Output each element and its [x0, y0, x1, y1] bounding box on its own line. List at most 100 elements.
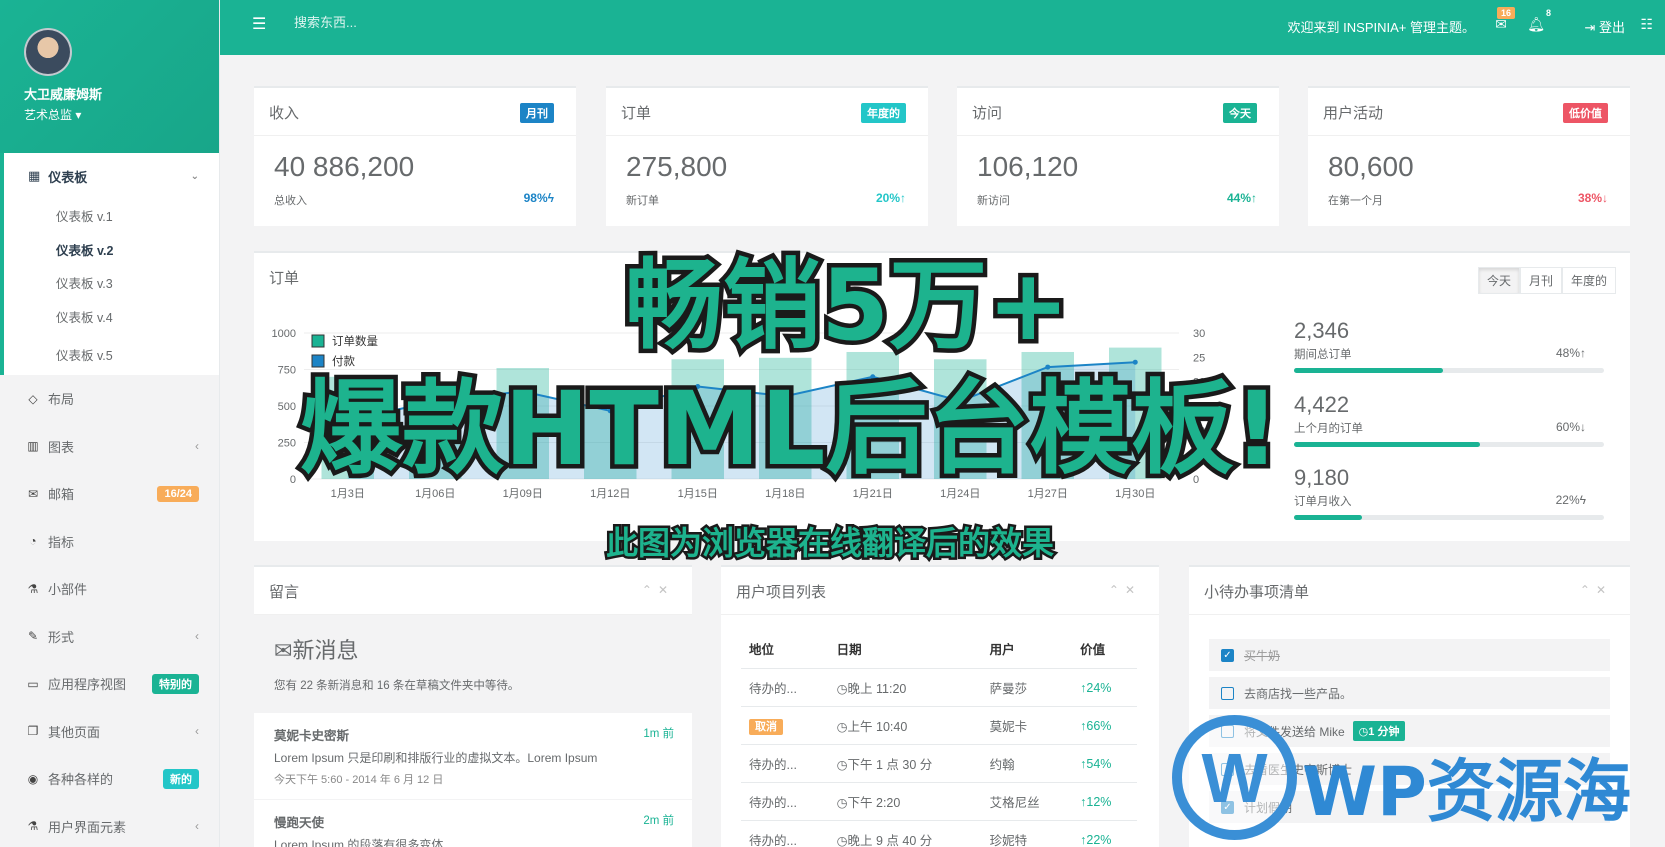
stat-card-orders: 订单 年度的 275,800 新订单 20%↑	[606, 86, 928, 226]
col-status: 地位	[741, 629, 829, 669]
nav-miscellaneous[interactable]: ◉ 各种各样的 新的	[0, 755, 219, 803]
table-row[interactable]: 待办的... ◷晚上 9 点 40 分珍妮特 ↑22%	[741, 820, 1137, 847]
bolt-icon: ϟ	[547, 191, 554, 205]
desktop-icon: ▭	[27, 676, 39, 691]
table-row[interactable]: 待办的... ◷晚上 11:20 萨曼莎 ↑24%	[741, 668, 1137, 707]
watermark-text: WP资源海	[1302, 753, 1631, 832]
level-down-icon: ↓	[1602, 191, 1608, 205]
flask-icon: ⚗	[27, 819, 39, 834]
stat-percent: 44%↑	[1226, 191, 1257, 205]
app-views-badge: 特别的	[152, 673, 199, 694]
nav-dashboard-v3[interactable]: 仪表板 v.3	[4, 266, 219, 300]
panel-tools[interactable]: ⌃✕	[1580, 583, 1612, 597]
col-value: 价值	[1072, 629, 1137, 669]
stat-percent: 98%ϟ	[523, 191, 554, 205]
sign-out-icon: ⇥	[1584, 20, 1596, 35]
stat-card-visits: 访问 今天 106,120 新访问 44%↑	[957, 86, 1279, 226]
avatar[interactable]	[24, 28, 72, 76]
user-projects-panel: 用户项目列表 ⌃✕ 地位 日期 用户 价值 待办的... ◷晚上 11:20 萨曼莎…	[721, 565, 1159, 847]
feed-item[interactable]: 慢跑天使 2m 前 Lorem Ipsum 的段落有很多变体	[254, 800, 692, 847]
stat-value: 40 886,200	[274, 151, 415, 182]
stat-sub: 在第一个月	[1328, 195, 1383, 207]
envelope-icon: ✉	[27, 486, 39, 501]
table-row[interactable]: 待办的... ◷下午 1 点 30 分约翰 ↑54%	[741, 744, 1137, 783]
level-up-icon: ↑	[900, 191, 906, 205]
stat-sub: 新订单	[626, 195, 659, 207]
nav-ui-elements[interactable]: ⚗ 用户界面元素 ‹	[0, 803, 219, 847]
period-annual-button[interactable]: 年度的	[1561, 267, 1616, 294]
stat-card-user-activity: 用户活动 低价值 80,600 在第一个月 38%↓	[1308, 86, 1630, 226]
period-today-button[interactable]: 今天	[1477, 267, 1520, 294]
panel-tools[interactable]: ⌃✕	[1109, 583, 1141, 597]
mini-stat-percent: 48%↑	[1555, 346, 1586, 360]
clock-icon: ◷	[836, 682, 848, 696]
stat-value: 106,120	[977, 151, 1079, 182]
wordpress-logo-icon: W	[1172, 715, 1297, 840]
caret-down-icon: ▾	[75, 108, 82, 122]
col-date: 日期	[828, 629, 982, 669]
promo-subtitle: 此图为浏览器在线翻译后的效果	[603, 522, 1056, 565]
nav-metrics[interactable]: ◔ 指标	[0, 518, 219, 566]
mini-stat-total-orders: 2,346 期间总订单 48%↑	[1294, 318, 1604, 373]
feed-item[interactable]: 莫妮卡史密斯 1m 前 Lorem Ipsum 只是印刷和排版行业的虚拟文本。L…	[254, 713, 692, 800]
nav-dashboard-v1[interactable]: 仪表板 v.1	[4, 199, 219, 233]
flask-icon: ⚗	[27, 581, 39, 596]
stat-label: 年度的	[861, 103, 906, 123]
period-monthly-button[interactable]: 月刊	[1519, 267, 1562, 294]
nav-charts[interactable]: ▥ 图表 ‹	[0, 423, 219, 471]
nav-app-views[interactable]: ▭ 应用程序视图 特别的	[0, 660, 219, 708]
new-messages-heading: ✉新消息	[274, 638, 359, 663]
col-user: 用户	[981, 629, 1073, 669]
mini-stat-monthly-income: 9,180 订单月收入 22%ϟ	[1294, 465, 1604, 520]
messages-panel: 留言 ⌃✕ ✉新消息 您有 22 条新消息和 16 条在草稿文件夹中等待。 莫妮…	[254, 565, 692, 847]
checkbox-checked[interactable]: ✓	[1221, 648, 1234, 662]
nav-dashboard-v4[interactable]: 仪表板 v.4	[4, 300, 219, 334]
chevron-left-icon: ‹	[195, 439, 199, 454]
pie-chart-icon: ◔	[29, 534, 37, 549]
y2-tick-label: 30	[1193, 328, 1205, 340]
nav-dashboard[interactable]: ▦ 仪表板 ⌄	[4, 153, 219, 199]
logout-button[interactable]: ⇥ 登出	[1584, 17, 1625, 36]
clock-icon: ◷	[836, 758, 848, 772]
welcome-text: 欢迎来到 INSPINIA+ 管理主题。	[1287, 20, 1475, 35]
checkbox[interactable]	[1221, 686, 1234, 700]
table-row[interactable]: 取消 ◷上午 10:40 莫妮卡 ↑66%	[741, 706, 1137, 745]
progress-fill	[1294, 368, 1443, 373]
user-name: 大卫威廉姆斯	[24, 87, 103, 102]
nav-forms[interactable]: ✎ 形式 ‹	[0, 613, 219, 661]
user-role-dropdown[interactable]: 艺术总监 ▾	[24, 106, 219, 123]
sidebar: 大卫威廉姆斯 艺术总监 ▾ ▦ 仪表板 ⌄ 仪表板 v.1 仪表板 v.2 仪表…	[0, 0, 220, 847]
progress-bar	[1294, 515, 1604, 520]
chevron-left-icon: ‹	[195, 819, 199, 834]
mini-stat-percent: 60%↓	[1555, 420, 1586, 434]
chevron-left-icon: ‹	[195, 724, 199, 739]
stat-card-income: 收入 月刊 40 886,200 总收入 98%ϟ	[254, 86, 576, 226]
y-tick-label: 1000	[272, 328, 296, 340]
clock-icon: ◷	[836, 720, 848, 734]
bar-chart-icon: ▥	[27, 439, 39, 454]
menu-toggle-icon[interactable]: ☰	[252, 14, 266, 34]
nav-dashboard-v2[interactable]: 仪表板 v.2	[4, 233, 219, 267]
projects-title: 用户项目列表	[721, 567, 1159, 615]
legend-label: 订单数量	[332, 334, 378, 348]
top-navbar: ☰ 欢迎来到 INSPINIA+ 管理主题。 ✉ 16 🔔︎ 8 ⇥ 登出 ☷	[220, 0, 1665, 55]
panel-tools[interactable]: ⌃✕	[642, 583, 674, 597]
diamond-icon: ◇	[28, 391, 38, 406]
nav-other-pages[interactable]: ❐ 其他页面 ‹	[0, 708, 219, 756]
nav-mailbox[interactable]: ✉ 邮箱 16/24	[0, 470, 219, 518]
nav-widgets[interactable]: ⚗ 小部件	[0, 565, 219, 613]
messages-summary: 您有 22 条新消息和 16 条在草稿文件夹中等待。	[274, 680, 520, 692]
tasks-icon[interactable]: ☷	[1640, 16, 1653, 33]
globe-icon: ◉	[27, 771, 39, 786]
projects-table: 地位 日期 用户 价值 待办的... ◷晚上 11:20 萨曼莎 ↑24% 取消 ◷上午…	[741, 629, 1137, 847]
todo-item[interactable]: ✓ 买牛奶	[1209, 639, 1610, 671]
search-input[interactable]	[294, 15, 554, 30]
nav-layout[interactable]: ◇ 布局	[0, 375, 219, 423]
stat-value: 80,600	[1328, 151, 1414, 182]
y-tick-label: 0	[290, 474, 296, 486]
table-row[interactable]: 待办的... ◷下午 2:20 艾格尼丝 ↑12%	[741, 782, 1137, 821]
stat-label: 今天	[1223, 103, 1257, 123]
todo-item[interactable]: 去商店找一些产品。	[1209, 677, 1610, 709]
y-tick-label: 500	[278, 401, 296, 413]
nav-dashboard-v5[interactable]: 仪表板 v.5	[4, 333, 219, 375]
